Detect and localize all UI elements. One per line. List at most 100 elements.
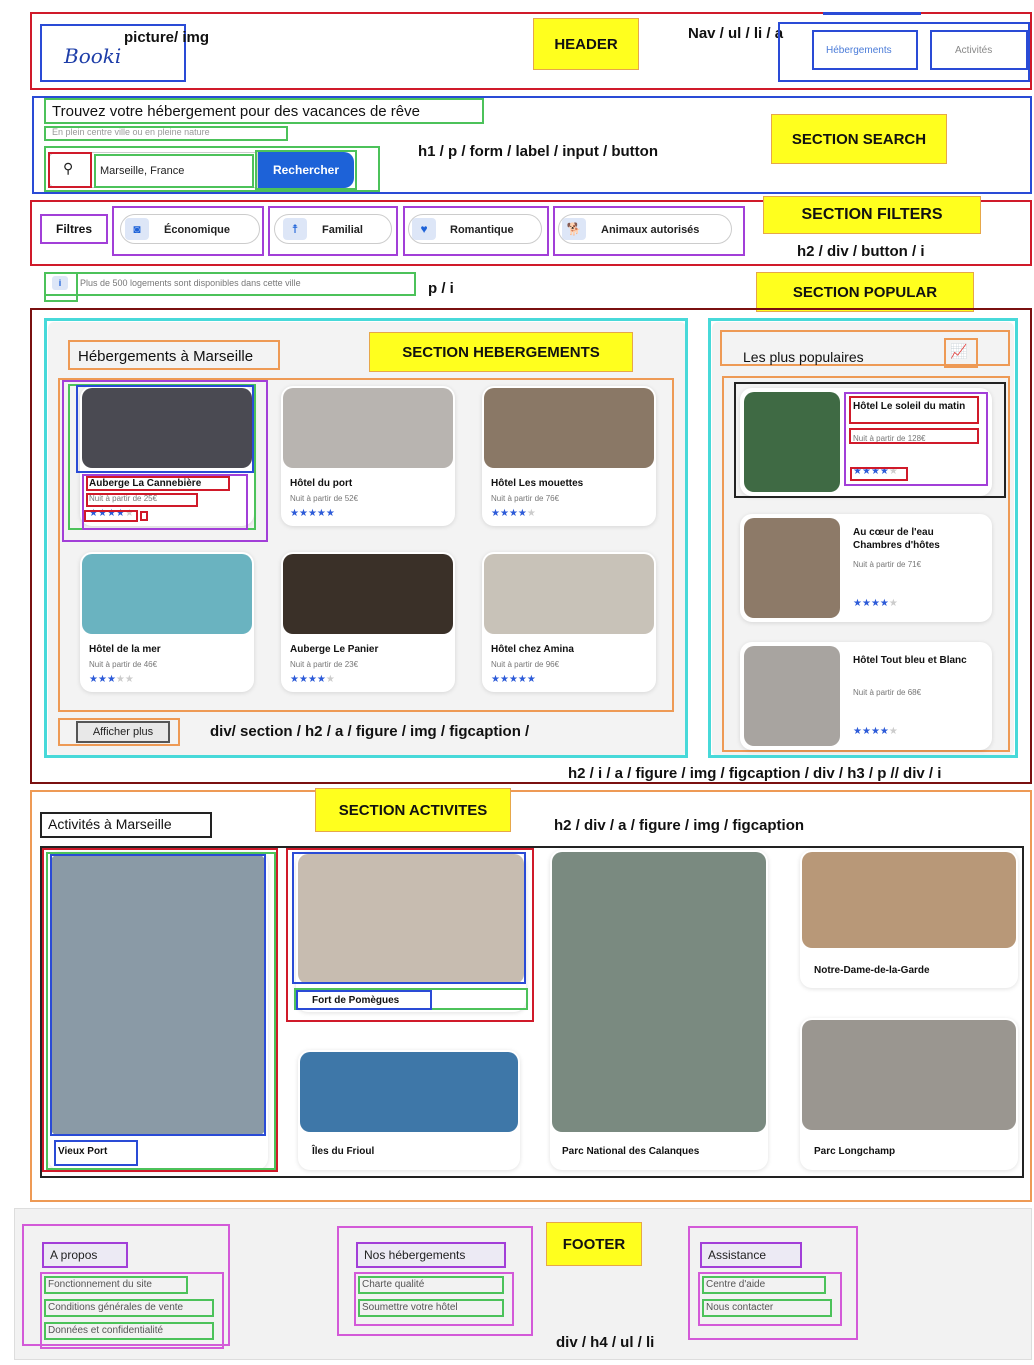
activite-image-frame-2 bbox=[292, 852, 526, 984]
star-icon: ★ bbox=[508, 508, 518, 519]
hebergement-name: Hôtel du port bbox=[290, 478, 353, 489]
more-button[interactable]: Afficher plus bbox=[76, 721, 170, 743]
trend-icon: 📈 bbox=[950, 343, 968, 359]
star-icon: ★ bbox=[124, 674, 134, 685]
star-icon: ★ bbox=[106, 674, 116, 685]
label-hebergements: SECTION HEBERGEMENTS bbox=[369, 332, 633, 372]
star-icon: ★ bbox=[526, 508, 536, 519]
popular-name: Hôtel Tout bleu et Blanc bbox=[853, 655, 967, 666]
star-icon: ★ bbox=[879, 598, 889, 609]
hebergement-name: Hôtel de la mer bbox=[89, 644, 161, 655]
star-icon: ★ bbox=[298, 508, 308, 519]
activite-caption: Parc Longchamp bbox=[814, 1146, 896, 1157]
star-icon: ★ bbox=[499, 674, 509, 685]
activites-title: Activités à Marseille bbox=[48, 816, 172, 832]
activite-photo bbox=[802, 1020, 1016, 1130]
star-icon: ★ bbox=[290, 508, 299, 519]
popular-price: Nuit à partir de 71€ bbox=[853, 560, 922, 569]
hebergement-name: Hôtel Les mouettes bbox=[491, 478, 584, 489]
rating-stars: ★★★★★ bbox=[491, 508, 536, 519]
rating-stars: ★★★★★ bbox=[89, 674, 134, 685]
activite-caption-inner-2 bbox=[296, 990, 432, 1010]
hebergement-name: Hôtel chez Amina bbox=[491, 644, 574, 655]
label-search: SECTION SEARCH bbox=[771, 114, 947, 164]
footer-link[interactable]: Charte qualité bbox=[362, 1279, 424, 1290]
money-icon: ◙ bbox=[125, 218, 149, 240]
nav-indicator bbox=[823, 12, 921, 15]
star-icon: ★ bbox=[307, 674, 317, 685]
hebergement-name: Auberge Le Panier bbox=[290, 644, 379, 655]
annotation-search: h1 / p / form / label / input / button bbox=[418, 143, 658, 160]
star-icon: ★ bbox=[517, 674, 527, 685]
star-icon: ★ bbox=[879, 726, 889, 737]
nav-link-hebergements[interactable]: Hébergements bbox=[826, 45, 892, 56]
filter-label-romantique: Romantique bbox=[450, 224, 514, 236]
rating-stars: ★★★★★ bbox=[853, 726, 898, 737]
star-icon: ★ bbox=[325, 674, 335, 685]
popular-stars-frame bbox=[850, 467, 908, 481]
activite-caption: Parc National des Calanques bbox=[562, 1146, 700, 1157]
star-icon: ★ bbox=[870, 598, 880, 609]
hebergement-photo bbox=[484, 388, 654, 468]
footer-link[interactable]: Soumettre votre hôtel bbox=[362, 1302, 458, 1313]
filter-label-familial: Familial bbox=[322, 224, 363, 236]
star-icon: ★ bbox=[861, 726, 871, 737]
activite-caption-frame bbox=[54, 1140, 138, 1166]
hebergement-price: Nuit à partir de 52€ bbox=[290, 494, 359, 503]
footer-link[interactable]: Nous contacter bbox=[706, 1302, 773, 1313]
activite-caption: Îles du Frioul bbox=[312, 1146, 375, 1157]
filter-label-economique: Économique bbox=[164, 224, 231, 236]
label-header: HEADER bbox=[533, 18, 639, 70]
hebergement-photo bbox=[283, 388, 453, 468]
annotation-populaires: h2 / i / a / figure / img / figcaption /… bbox=[568, 765, 942, 782]
popular-photo bbox=[744, 518, 840, 618]
location-pin-icon: ⚲ bbox=[63, 160, 74, 176]
populaires-title: Les plus populaires bbox=[743, 349, 864, 365]
label-filters: SECTION FILTERS bbox=[763, 196, 981, 234]
footer-link[interactable]: Données et confidentialité bbox=[48, 1325, 163, 1336]
star-icon: ★ bbox=[89, 674, 98, 685]
rating-stars: ★★★★★ bbox=[290, 508, 335, 519]
star-icon: ★ bbox=[298, 674, 308, 685]
info-text: Plus de 500 logements sont disponibles d… bbox=[80, 278, 301, 288]
search-input[interactable]: Marseille, France bbox=[100, 165, 184, 177]
label-footer: FOOTER bbox=[546, 1222, 642, 1266]
hebergement-price: Nuit à partir de 76€ bbox=[491, 494, 560, 503]
activite-caption: Notre-Dame-de-la-Garde bbox=[814, 965, 930, 976]
annotation-activites: h2 / div / a / figure / img / figcaption bbox=[554, 817, 805, 834]
footer-title: A propos bbox=[50, 1248, 98, 1262]
card-image-frame bbox=[76, 385, 254, 473]
hebergement-photo bbox=[283, 554, 453, 634]
star-icon: ★ bbox=[870, 726, 880, 737]
annotation-filters: h2 / div / button / i bbox=[797, 243, 925, 260]
annotation-nav: Nav / ul / li / a bbox=[688, 25, 784, 42]
nav-link-activites[interactable]: Activités bbox=[955, 45, 992, 56]
card-stars-frame bbox=[84, 510, 138, 522]
activite-photo bbox=[300, 1052, 518, 1132]
activite-image-frame bbox=[50, 854, 266, 1136]
card-star-empty-frame bbox=[140, 511, 148, 521]
hebergement-price: Nuit à partir de 46€ bbox=[89, 660, 158, 669]
dog-icon: 🐕 bbox=[562, 218, 586, 240]
star-icon: ★ bbox=[316, 508, 326, 519]
star-icon: ★ bbox=[97, 674, 107, 685]
search-button-frame bbox=[255, 150, 357, 190]
footer-link[interactable]: Fonctionnement du site bbox=[48, 1279, 152, 1290]
star-icon: ★ bbox=[508, 674, 518, 685]
info-icon: i bbox=[52, 276, 68, 290]
rating-stars: ★★★★★ bbox=[290, 674, 335, 685]
star-icon: ★ bbox=[491, 674, 500, 685]
logo[interactable]: Booki bbox=[64, 44, 121, 68]
star-icon: ★ bbox=[853, 726, 862, 737]
star-icon: ★ bbox=[517, 508, 527, 519]
rating-stars: ★★★★★ bbox=[491, 674, 536, 685]
rating-stars: ★★★★★ bbox=[853, 598, 898, 609]
popular-name-frame bbox=[849, 396, 979, 424]
hebergement-photo bbox=[484, 554, 654, 634]
footer-link[interactable]: Conditions générales de vente bbox=[48, 1302, 183, 1313]
footer-link[interactable]: Centre d'aide bbox=[706, 1279, 765, 1290]
label-activites: SECTION ACTIVITES bbox=[315, 788, 511, 832]
filter-label-animaux: Animaux autorisés bbox=[601, 224, 700, 236]
card-price-frame bbox=[86, 493, 198, 507]
activite-photo bbox=[552, 852, 766, 1132]
